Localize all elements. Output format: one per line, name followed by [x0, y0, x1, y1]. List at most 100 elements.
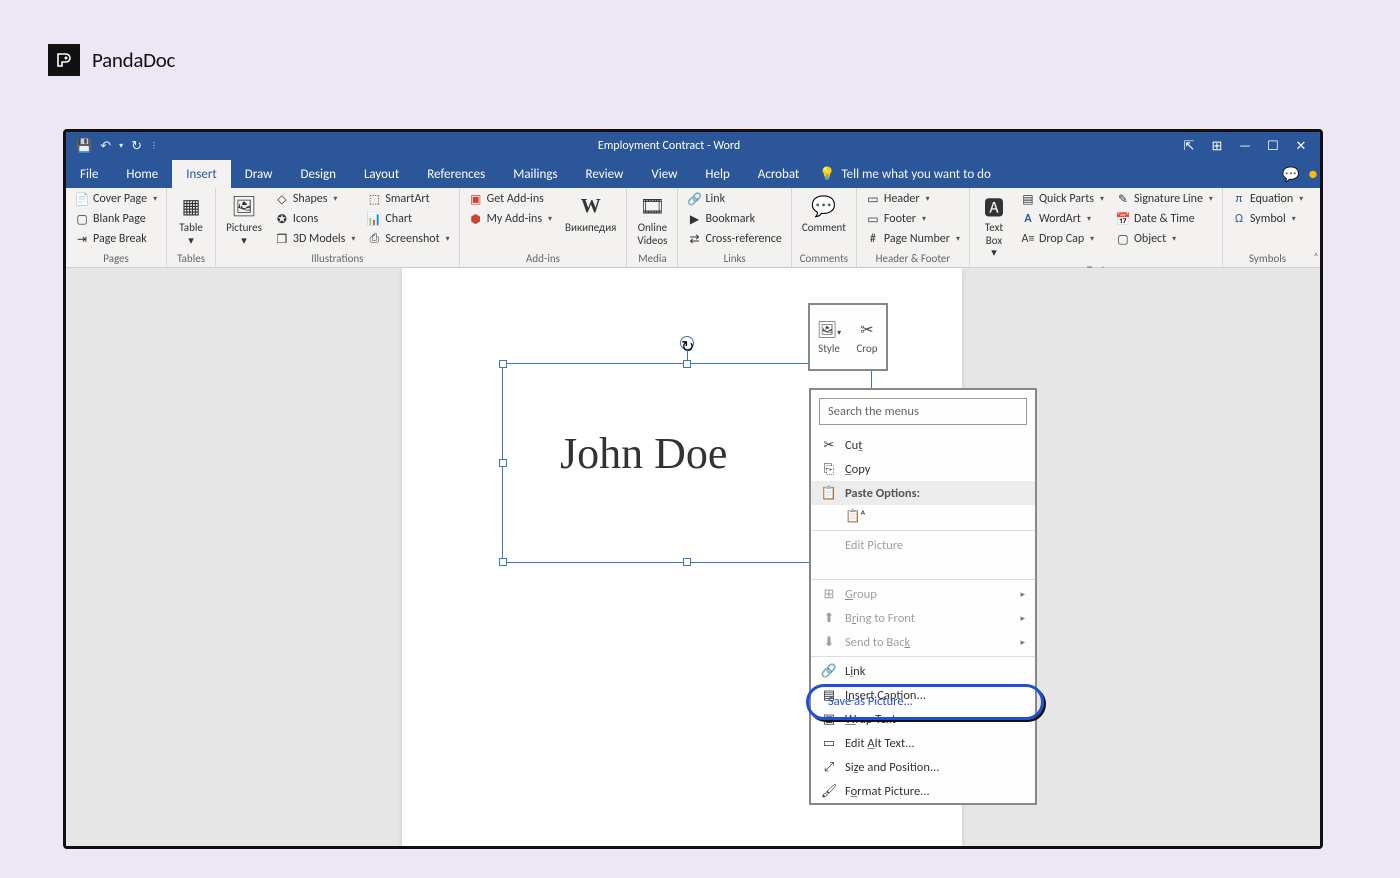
wordart-button[interactable]: AWordArt▾	[1018, 210, 1107, 228]
cm-paste-option-keep-text[interactable]: 📋ᴬ	[811, 505, 1035, 528]
ribbon-group-headerfooter: ▭Header▾ ▭Footer▾ #Page Number▾ Header &…	[857, 188, 970, 267]
textbox-button[interactable]: 🅰 Text Box▾	[976, 190, 1012, 262]
shapes-button[interactable]: ◇Shapes▾	[272, 190, 359, 208]
redo-icon[interactable]: ↻	[131, 139, 142, 154]
undo-dropdown-icon[interactable]: ▾	[119, 141, 123, 151]
group-icon: ⊞	[821, 586, 837, 602]
icons-button[interactable]: ✪Icons	[272, 210, 359, 228]
tab-design[interactable]: Design	[286, 160, 349, 188]
tab-review[interactable]: Review	[572, 160, 638, 188]
share-icon[interactable]: ⇱	[1180, 139, 1198, 154]
resize-handle-w[interactable]	[499, 459, 507, 467]
sigline-label: Signature Line	[1134, 192, 1203, 206]
smartart-button[interactable]: ⬚SmartArt	[364, 190, 452, 208]
symbols-group-label: Symbols	[1229, 250, 1306, 267]
chart-button[interactable]: 📊Chart	[364, 210, 452, 228]
cm-copy[interactable]: ⎘Copy	[811, 457, 1035, 481]
tab-mailings[interactable]: Mailings	[499, 160, 571, 188]
comments-icon[interactable]: 💬	[1280, 166, 1302, 183]
signature-line-button[interactable]: ✎Signature Line▾	[1113, 190, 1216, 208]
picture-mini-toolbar: 🖼▾ Style ✂ Crop	[808, 303, 888, 371]
pagenum-icon: #	[866, 232, 880, 246]
link-label: Link	[705, 192, 725, 206]
picture-style-icon: 🖼▾	[817, 320, 841, 340]
cm-size-position[interactable]: ⤢Size and Position...	[811, 755, 1035, 779]
ribbon-group-links: 🔗Link ▶Bookmark ⇄Cross-reference Links	[678, 188, 791, 267]
smartart-icon: ⬚	[367, 192, 381, 206]
tab-references[interactable]: References	[413, 160, 499, 188]
resize-handle-sw[interactable]	[499, 558, 507, 566]
collapse-ribbon-icon[interactable]: ˄	[1313, 250, 1318, 263]
tab-file[interactable]: File	[66, 160, 112, 188]
save-icon[interactable]: 💾	[76, 139, 92, 154]
tab-draw[interactable]: Draw	[231, 160, 287, 188]
header-button[interactable]: ▭Header▾	[863, 190, 963, 208]
symbol-button[interactable]: ΩSymbol▾	[1229, 210, 1306, 228]
cm-edit-alt-text[interactable]: ▭Edit Alt Text...	[811, 731, 1035, 755]
ribbon-display-icon[interactable]: ⊞	[1208, 139, 1226, 154]
mini-crop-button[interactable]: ✂ Crop	[848, 305, 886, 369]
comment-button[interactable]: 💬 Comment	[798, 190, 850, 237]
tab-insert[interactable]: Insert	[172, 160, 231, 188]
page-break-button[interactable]: ⇥Page Break	[72, 230, 160, 248]
pictures-button[interactable]: 🖼 Pictures▾	[222, 190, 266, 249]
object-button[interactable]: ▢Object▾	[1113, 230, 1216, 248]
cover-page-icon: 📄	[75, 192, 89, 206]
cm-format-picture[interactable]: 🖌Format Picture...	[811, 779, 1035, 803]
screenshot-button[interactable]: ⎙Screenshot▾	[364, 230, 452, 248]
minimize-button[interactable]: —	[1236, 139, 1254, 154]
ribbon-group-illustrations: 🖼 Pictures▾ ◇Shapes▾ ✪Icons ❒3D Models▾ …	[216, 188, 460, 267]
illustrations-group-label: Illustrations	[222, 250, 453, 267]
table-button[interactable]: ▦ Table▾	[173, 190, 209, 249]
cm-save-as-picture[interactable]	[811, 557, 1035, 577]
symbol-icon: Ω	[1232, 212, 1246, 226]
3d-models-button[interactable]: ❒3D Models▾	[272, 230, 359, 248]
tab-layout[interactable]: Layout	[350, 160, 413, 188]
bookmark-button[interactable]: ▶Bookmark	[684, 210, 784, 228]
pandadoc-header: PandaDoc	[48, 44, 175, 76]
tab-view[interactable]: View	[637, 160, 691, 188]
close-button[interactable]: ✕	[1292, 139, 1310, 154]
cm-link[interactable]: 🔗Link	[811, 659, 1035, 683]
document-area[interactable]: John Doe ↻ 🖼▾ Style ✂ Crop	[66, 268, 1320, 846]
link-button[interactable]: 🔗Link	[684, 190, 784, 208]
bookmark-icon: ▶	[687, 212, 701, 226]
my-addins-button[interactable]: ⬢My Add-ins▾	[466, 210, 555, 228]
quickparts-button[interactable]: ▤Quick Parts▾	[1018, 190, 1107, 208]
resize-handle-s[interactable]	[683, 558, 691, 566]
qat-customize-icon[interactable]: ⋮	[150, 141, 158, 151]
links-group-label: Links	[684, 250, 784, 267]
page-number-button[interactable]: #Page Number▾	[863, 230, 963, 248]
mini-style-button[interactable]: 🖼▾ Style	[810, 305, 848, 369]
cover-page-button[interactable]: 📄Cover Page▾	[72, 190, 160, 208]
save-as-picture-label[interactable]: Save as Picture...	[820, 692, 921, 711]
resize-handle-nw[interactable]	[499, 360, 507, 368]
crop-icon: ✂	[860, 320, 873, 340]
maximize-button[interactable]: ☐	[1264, 139, 1282, 154]
cm-copy-label: Copy	[845, 462, 870, 477]
cm-paste-label: Paste Options:	[845, 486, 920, 501]
footer-button[interactable]: ▭Footer▾	[863, 210, 963, 228]
blank-page-button[interactable]: ▢Blank Page	[72, 210, 160, 228]
online-videos-button[interactable]: 🎞 Online Videos	[633, 190, 671, 249]
equation-button[interactable]: πEquation▾	[1229, 190, 1306, 208]
screenshot-label: Screenshot	[385, 232, 439, 246]
dropcap-icon: A≡	[1021, 232, 1035, 246]
tab-help[interactable]: Help	[691, 160, 743, 188]
undo-icon[interactable]: ↶	[100, 139, 111, 154]
object-label: Object	[1134, 232, 1166, 246]
tab-home[interactable]: Home	[112, 160, 172, 188]
resize-handle-n[interactable]	[683, 360, 691, 368]
wikipedia-icon: W	[577, 192, 605, 220]
wikipedia-button[interactable]: W Википедия	[561, 190, 620, 237]
pending-sync-icon[interactable]: ●	[1306, 167, 1320, 181]
cm-cut[interactable]: ✂Cut	[811, 433, 1035, 457]
rotation-handle[interactable]: ↻	[680, 336, 694, 350]
tell-me-search[interactable]: 💡 Tell me what you want to do	[819, 167, 991, 182]
cross-reference-button[interactable]: ⇄Cross-reference	[684, 230, 784, 248]
dropcap-button[interactable]: A≡Drop Cap▾	[1018, 230, 1107, 248]
menu-search-input[interactable]: Search the menus	[819, 398, 1027, 425]
tab-acrobat[interactable]: Acrobat	[744, 160, 814, 188]
date-time-button[interactable]: 📅Date & Time	[1113, 210, 1216, 228]
get-addins-button[interactable]: ▣Get Add-ins	[466, 190, 555, 208]
